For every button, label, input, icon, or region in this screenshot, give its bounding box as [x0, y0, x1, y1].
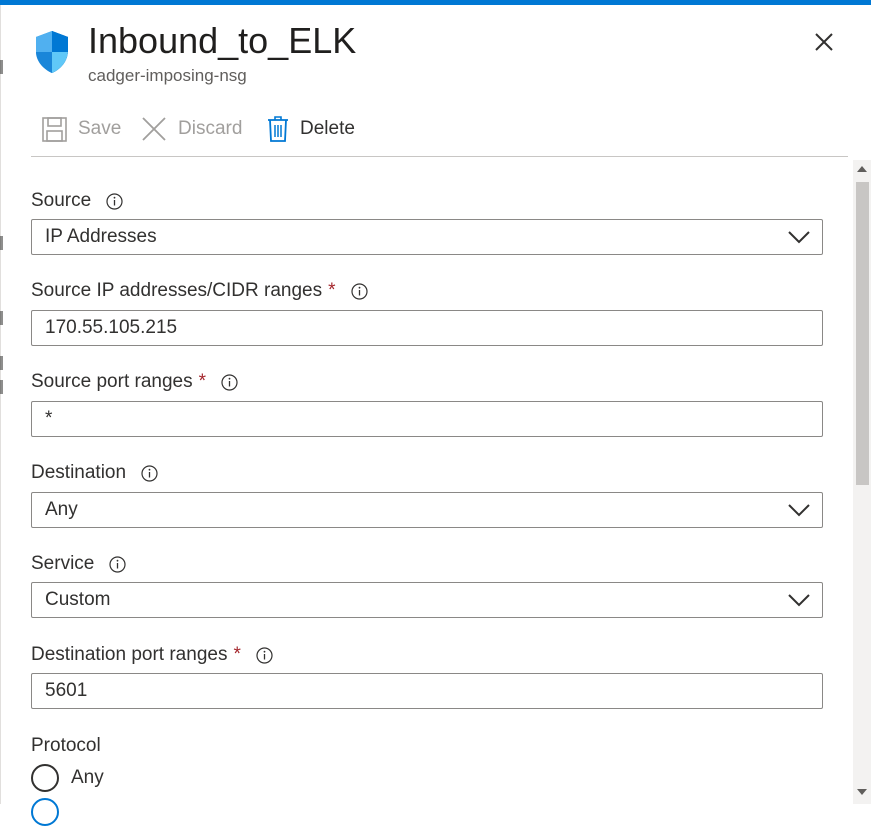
scroll-up-arrow-icon[interactable] [857, 166, 867, 172]
source-port-value: * [45, 408, 53, 429]
required-asterisk: * [328, 280, 336, 301]
command-bar: Save Discard Delete [31, 108, 846, 150]
source-ip-label-text: Source IP addresses/CIDR ranges [31, 280, 323, 301]
destination-label-text: Destination [31, 462, 127, 483]
page-subtitle: cadger-imposing-nsg [88, 66, 247, 85]
source-label: Source [31, 189, 123, 213]
info-icon[interactable] [350, 282, 368, 300]
source-ip-input[interactable]: 170.55.105.215 [31, 310, 823, 346]
protocol-label-text: Protocol [31, 735, 101, 756]
info-icon[interactable] [221, 373, 238, 391]
discard-icon [142, 117, 166, 141]
protocol-any-radio[interactable] [31, 764, 59, 792]
required-asterisk: * [198, 371, 206, 392]
protocol-any-label: Any [71, 767, 104, 788]
destination-port-value: 5601 [45, 680, 88, 701]
background-text-fragment [0, 60, 3, 74]
save-label: Save [78, 118, 122, 139]
protocol-label: Protocol [31, 734, 101, 758]
source-port-label: Source port ranges * [31, 370, 238, 394]
source-port-input[interactable]: * [31, 401, 823, 437]
destination-port-label-text: Destination port ranges [31, 644, 228, 665]
background-text-fragment [0, 311, 3, 325]
scrollbar-thumb[interactable] [856, 182, 869, 485]
chevron-down-icon [788, 504, 810, 517]
destination-dropdown[interactable]: Any [31, 492, 823, 528]
destination-port-input[interactable]: 5601 [31, 673, 823, 709]
trash-icon [268, 116, 288, 142]
chevron-down-icon [788, 231, 810, 244]
close-icon[interactable] [808, 26, 840, 58]
discard-button[interactable]: Discard [141, 108, 242, 150]
info-icon[interactable] [141, 464, 158, 482]
destination-port-label: Destination port ranges * [31, 643, 273, 667]
destination-label: Destination [31, 461, 158, 485]
background-text-fragment [0, 236, 3, 250]
source-label-text: Source [31, 190, 92, 211]
service-dropdown[interactable]: Custom [31, 582, 823, 618]
save-button[interactable]: Save [42, 108, 121, 150]
info-icon[interactable] [106, 192, 123, 210]
delete-button[interactable]: Delete [267, 108, 355, 150]
info-icon[interactable] [256, 646, 273, 664]
toolbar-divider [31, 156, 848, 157]
nsg-shield-icon [36, 31, 68, 73]
background-text-fragment [0, 380, 3, 394]
background-text-fragment [0, 356, 3, 370]
source-ip-label: Source IP addresses/CIDR ranges * [31, 279, 368, 303]
source-ip-value: 170.55.105.215 [45, 317, 178, 338]
service-value: Custom [45, 589, 111, 610]
service-label: Service [31, 552, 126, 576]
left-panel-edge [0, 5, 1, 804]
top-accent-bar [0, 0, 871, 5]
info-icon[interactable] [109, 555, 126, 573]
page-title: Inbound_to_ELK [88, 20, 357, 61]
discard-label: Discard [178, 118, 243, 139]
destination-value: Any [45, 499, 78, 520]
source-port-label-text: Source port ranges [31, 371, 193, 392]
delete-label: Delete [300, 118, 355, 139]
source-value: IP Addresses [45, 226, 157, 247]
required-asterisk: * [233, 644, 241, 665]
scroll-down-arrow-icon[interactable] [857, 789, 867, 795]
source-dropdown[interactable]: IP Addresses [31, 219, 823, 255]
chevron-down-icon [788, 594, 810, 607]
save-icon [42, 116, 67, 142]
service-label-text: Service [31, 553, 95, 574]
protocol-option-radio[interactable] [31, 798, 59, 826]
